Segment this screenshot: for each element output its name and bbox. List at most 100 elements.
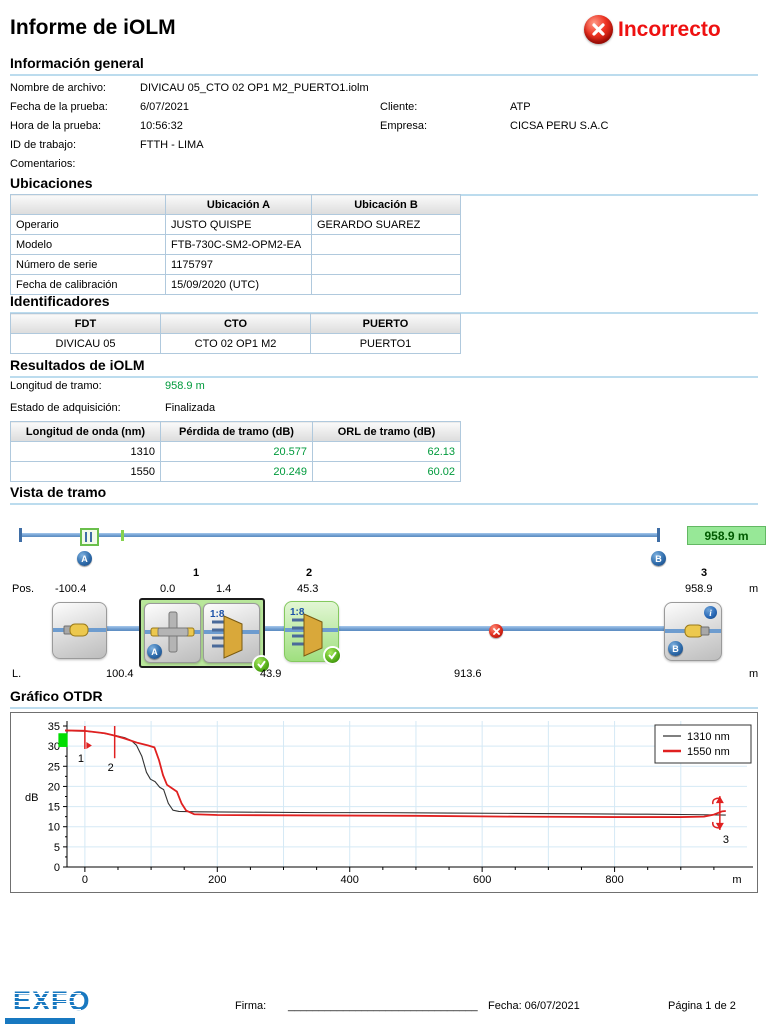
- field-label: Hora de la prueba:: [10, 120, 102, 132]
- field-value: 958.9 m: [165, 380, 205, 392]
- cell: CTO 02 OP1 M2: [160, 333, 311, 354]
- field-value: FTTH - LIMA: [140, 139, 204, 151]
- pos-value: 45.3: [297, 583, 319, 595]
- error-cross-icon: [584, 15, 613, 44]
- col-header: CTO: [160, 313, 311, 334]
- section-heading-general: Información general: [10, 55, 758, 76]
- length-value: 43.9: [260, 668, 282, 680]
- section-heading-identificadores: Identificadores: [10, 293, 758, 314]
- pos-value: -100.4: [55, 583, 87, 595]
- splitter-element-2: 1:8: [284, 601, 340, 663]
- cell: 1175797: [165, 254, 312, 275]
- table-row: Operario JUSTO QUISPE GERARDO SUAREZ: [10, 214, 461, 235]
- pos-unit: m: [749, 583, 759, 595]
- cell: JUSTO QUISPE: [165, 214, 312, 235]
- svg-text:5: 5: [54, 842, 60, 854]
- col-header: Ubicación A: [165, 194, 312, 215]
- col-header: ORL de tramo (dB): [312, 421, 461, 442]
- cell: 15/09/2020 (UTC): [165, 274, 312, 295]
- svg-text:30: 30: [48, 741, 60, 753]
- field-value: Finalizada: [165, 402, 216, 414]
- svg-text:0: 0: [54, 862, 60, 874]
- pos-value: 1.4: [216, 583, 232, 595]
- svg-text:20: 20: [48, 781, 60, 793]
- section-heading-vista: Vista de tramo: [10, 484, 758, 505]
- pos-value: 958.9: [685, 583, 713, 595]
- svg-text:3: 3: [723, 834, 729, 846]
- marker-a-badge: A: [147, 644, 162, 659]
- field-label: Empresa:: [380, 120, 428, 132]
- cell-wavelength: 1550: [10, 461, 161, 482]
- resultados-table: Longitud de onda (nm) Pérdida de tramo (…: [10, 421, 461, 482]
- selected-span-box: [80, 528, 99, 546]
- status-label: Incorrecto: [618, 17, 721, 41]
- field-label: Comentarios:: [10, 158, 76, 170]
- field-label: Estado de adquisición:: [10, 402, 121, 414]
- cell: FTB-730C-SM2-OPM2-EA: [165, 234, 312, 255]
- splitter-element-1: 1:8: [203, 603, 260, 663]
- cell: DIVICAU 05: [10, 333, 161, 354]
- length-value: 913.6: [454, 668, 482, 680]
- cell: PUERTO1: [310, 333, 461, 354]
- svg-text:1550 nm: 1550 nm: [687, 746, 730, 758]
- exfo-logo-stripes: [13, 986, 81, 1016]
- marker-a-badge: A: [77, 551, 92, 566]
- signature-line: _______________________________: [288, 1000, 478, 1012]
- row-label: Modelo: [10, 234, 166, 255]
- row-label: Número de serie: [10, 254, 166, 275]
- link-length-badge: 958.9 m: [687, 526, 766, 545]
- field-label: Fecha de la prueba:: [10, 101, 108, 113]
- field-label: ID de trabajo:: [10, 139, 77, 151]
- svg-text:2: 2: [108, 762, 114, 774]
- table-row: Número de serie 1175797: [10, 254, 461, 275]
- length-unit: m: [749, 668, 759, 680]
- field-value: 10:56:32: [140, 120, 183, 132]
- length-label: L.: [12, 668, 22, 680]
- otdr-chart-svg: 0 5 10 15 20 25 30 35 0 200 400 600 800 m dB 1 2 3 1310 nm…: [25, 721, 753, 886]
- svg-text:0: 0: [82, 874, 88, 886]
- svg-text:25: 25: [48, 761, 60, 773]
- check-icon: [325, 648, 340, 663]
- field-value: CICSA PERU S.A.C: [510, 120, 609, 132]
- cell: [311, 254, 461, 275]
- event-tick: [121, 530, 124, 541]
- section-heading-ubicaciones: Ubicaciones: [10, 175, 758, 196]
- field-label: Cliente:: [380, 101, 418, 113]
- svg-text:15: 15: [48, 802, 60, 814]
- connector-a-element: A: [144, 603, 201, 663]
- svg-text:1:8: 1:8: [210, 609, 225, 620]
- cell-orl: 60.02: [312, 461, 461, 482]
- marker-b-badge: B: [651, 551, 666, 566]
- field-value: 6/07/2021: [140, 101, 189, 113]
- svg-text:600: 600: [473, 874, 491, 886]
- pos-value: 0.0: [160, 583, 176, 595]
- connector-element-start: [52, 602, 107, 659]
- link-end-tick: [657, 528, 660, 542]
- col-header: PUERTO: [310, 313, 461, 334]
- event-group-1: A 1:8: [139, 598, 269, 672]
- footer-date: Fecha: 06/07/2021: [488, 1000, 580, 1012]
- col-header: [10, 194, 166, 215]
- cell-loss: 20.249: [160, 461, 313, 482]
- ubicaciones-table: Ubicación A Ubicación B Operario JUSTO Q…: [10, 194, 461, 295]
- svg-text:1310 nm: 1310 nm: [687, 731, 730, 743]
- table-row: Modelo FTB-730C-SM2-OPM2-EA: [10, 234, 461, 255]
- cell-wavelength: 1310: [10, 441, 161, 462]
- svg-text:m: m: [732, 874, 741, 886]
- otdr-chart: 0 5 10 15 20 25 30 35 0 200 400 600 800 m dB 1 2 3 1310 nm…: [10, 712, 758, 893]
- connector-icon: [53, 623, 106, 637]
- report-page: Informe de iOLM Incorrecto Información g…: [0, 0, 768, 1024]
- svg-text:dB: dB: [25, 792, 38, 804]
- svg-text:200: 200: [208, 874, 226, 886]
- col-header: FDT: [10, 313, 161, 334]
- svg-text:1:8: 1:8: [290, 607, 305, 618]
- table-row: DIVICAU 05 CTO 02 OP1 M2 PUERTO1: [10, 333, 461, 354]
- row-label: Fecha de calibración: [10, 274, 166, 295]
- footer-page-number: Página 1 de 2: [668, 1000, 736, 1012]
- col-header: Longitud de onda (nm): [10, 421, 161, 442]
- field-label: Longitud de tramo:: [10, 380, 102, 392]
- svg-text:800: 800: [605, 874, 623, 886]
- splitter-1-8-icon: 1:8: [204, 609, 259, 659]
- connector-element-end: i B: [664, 602, 722, 661]
- link-overview-bar: [20, 533, 660, 537]
